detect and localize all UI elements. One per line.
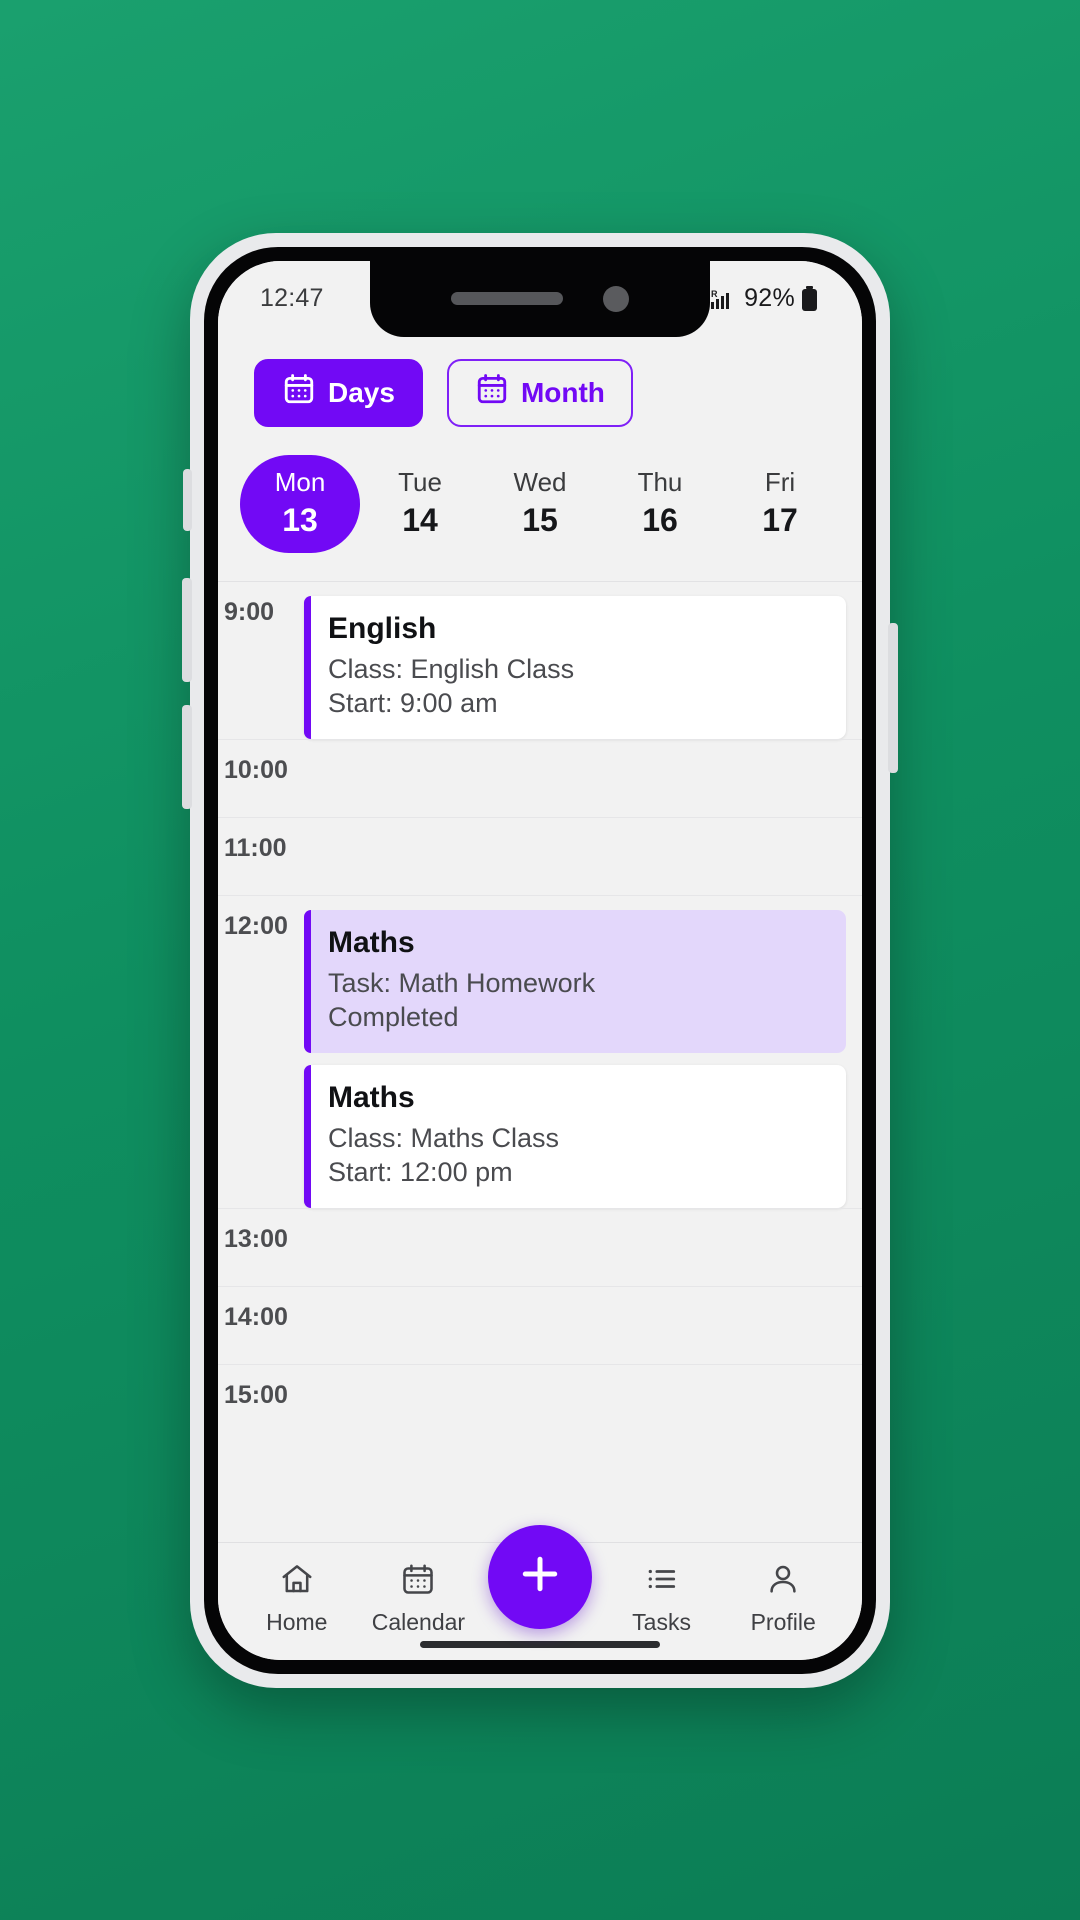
screenshot-stage: 12:47 R 92% Days Month Mon 13 Tue 14 Wed…: [0, 0, 1080, 1920]
event-card[interactable]: Maths Class: Maths Class Start: 12:00 pm: [304, 1064, 846, 1208]
event-card[interactable]: Maths Task: Math Homework Completed: [304, 909, 846, 1053]
signal-icon: R: [710, 287, 734, 311]
day-name: Thu: [637, 466, 683, 497]
agenda-timeline[interactable]: 9:00 English Class: English Class Start: 9:…: [218, 580, 862, 1542]
hour-events: Maths Task: Math Homework Completed Maths Cl…: [304, 909, 862, 1208]
days-view-button[interactable]: Days: [254, 358, 423, 427]
day-number: 13: [282, 501, 318, 538]
day-name: Mon: [274, 466, 326, 497]
hour-row: 12:00 Maths Task: Math Homework Completed Ma…: [218, 894, 862, 1208]
day-cell-wed[interactable]: Wed 15: [480, 455, 600, 553]
hour-label: 9:00: [224, 597, 275, 626]
list-icon: [644, 1561, 680, 1602]
day-number: 16: [642, 501, 678, 538]
hour-row: 9:00 English Class: English Class Start: 9:…: [218, 582, 862, 739]
hour-label: 15:00: [224, 1380, 288, 1409]
day-number: 14: [402, 501, 438, 538]
home-icon: [279, 1561, 315, 1602]
power-button[interactable]: [888, 622, 898, 773]
person-icon: [765, 1561, 801, 1602]
nav-label-calendar: Calendar: [371, 1608, 466, 1635]
day-name: Wed: [513, 466, 567, 497]
nav-label-tasks: Tasks: [632, 1608, 691, 1635]
day-cell-tue[interactable]: Tue 14: [360, 455, 480, 553]
nav-item-profile[interactable]: Profile: [722, 1553, 844, 1636]
event-card[interactable]: English Class: English Class Start: 9:00 a…: [304, 595, 846, 739]
event-title: Maths: [328, 1080, 415, 1114]
svg-text:R: R: [711, 289, 718, 299]
nav-item-tasks[interactable]: Tasks: [601, 1553, 723, 1636]
battery-icon: [801, 285, 818, 312]
calendar-icon: [475, 372, 509, 413]
event-detail-line: Task: Math Homework: [328, 967, 596, 998]
calendar-icon: [400, 1561, 436, 1602]
event-detail-line: Completed: [328, 1002, 459, 1033]
week-day-selector: Mon 13 Tue 14 Wed 15 Thu 16 Fri 17: [218, 438, 862, 581]
event-title: English: [328, 611, 437, 645]
hour-row: 15:00: [218, 1363, 862, 1442]
hour-row: 13:00: [218, 1207, 862, 1286]
phone-screen: 12:47 R 92% Days Month Mon 13 Tue 14 Wed…: [218, 260, 862, 1660]
volume-up-button[interactable]: [182, 577, 192, 682]
day-cell-mon[interactable]: Mon 13: [240, 454, 360, 553]
view-toggle-group: Days Month: [218, 336, 862, 439]
status-time: 12:47: [260, 284, 324, 312]
phone-device: 12:47 R 92% Days Month Mon 13 Tue 14 Wed…: [182, 232, 898, 1688]
day-number: 15: [522, 501, 558, 538]
event-detail-line: Class: English Class: [328, 653, 575, 684]
hour-row: 14:00: [218, 1285, 862, 1364]
hour-label: 12:00: [224, 911, 288, 940]
day-cell-fri[interactable]: Fri 17: [720, 455, 840, 553]
volume-down-button[interactable]: [182, 704, 192, 809]
month-view-label: Month: [520, 376, 605, 408]
nav-label-home: Home: [266, 1608, 328, 1635]
plus-icon: [514, 1548, 566, 1605]
battery-percent-label: 92%: [744, 284, 795, 312]
mute-switch[interactable]: [183, 468, 192, 531]
event-detail-line: Start: 9:00 am: [328, 688, 498, 719]
hour-label: 14:00: [224, 1302, 288, 1331]
event-detail-line: Start: 12:00 pm: [328, 1157, 513, 1188]
event-title: Maths: [328, 925, 415, 959]
hour-label: 13:00: [224, 1224, 288, 1253]
phone-bezel: 12:47 R 92% Days Month Mon 13 Tue 14 Wed…: [204, 246, 876, 1674]
event-detail-line: Class: Maths Class: [328, 1122, 560, 1153]
month-view-button[interactable]: Month: [446, 358, 633, 427]
front-camera: [603, 285, 629, 312]
add-event-fab[interactable]: [488, 1524, 592, 1629]
hour-label: 11:00: [224, 833, 287, 862]
days-view-label: Days: [328, 376, 395, 408]
day-name: Fri: [764, 466, 796, 497]
hour-row: 11:00: [218, 816, 862, 895]
display-notch: [370, 260, 710, 337]
hour-label: 10:00: [224, 755, 288, 784]
nav-item-calendar[interactable]: Calendar: [358, 1553, 480, 1636]
hour-events: English Class: English Class Start: 9:00 a…: [304, 595, 862, 739]
day-cell-thu[interactable]: Thu 16: [600, 455, 720, 553]
nav-item-home[interactable]: Home: [236, 1553, 358, 1636]
day-name: Tue: [398, 466, 442, 497]
calendar-icon: [282, 372, 316, 413]
home-indicator: [420, 1640, 660, 1648]
nav-label-profile: Profile: [750, 1608, 816, 1635]
earpiece-speaker: [451, 292, 563, 305]
hour-row: 10:00: [218, 738, 862, 817]
day-number: 17: [762, 501, 798, 538]
